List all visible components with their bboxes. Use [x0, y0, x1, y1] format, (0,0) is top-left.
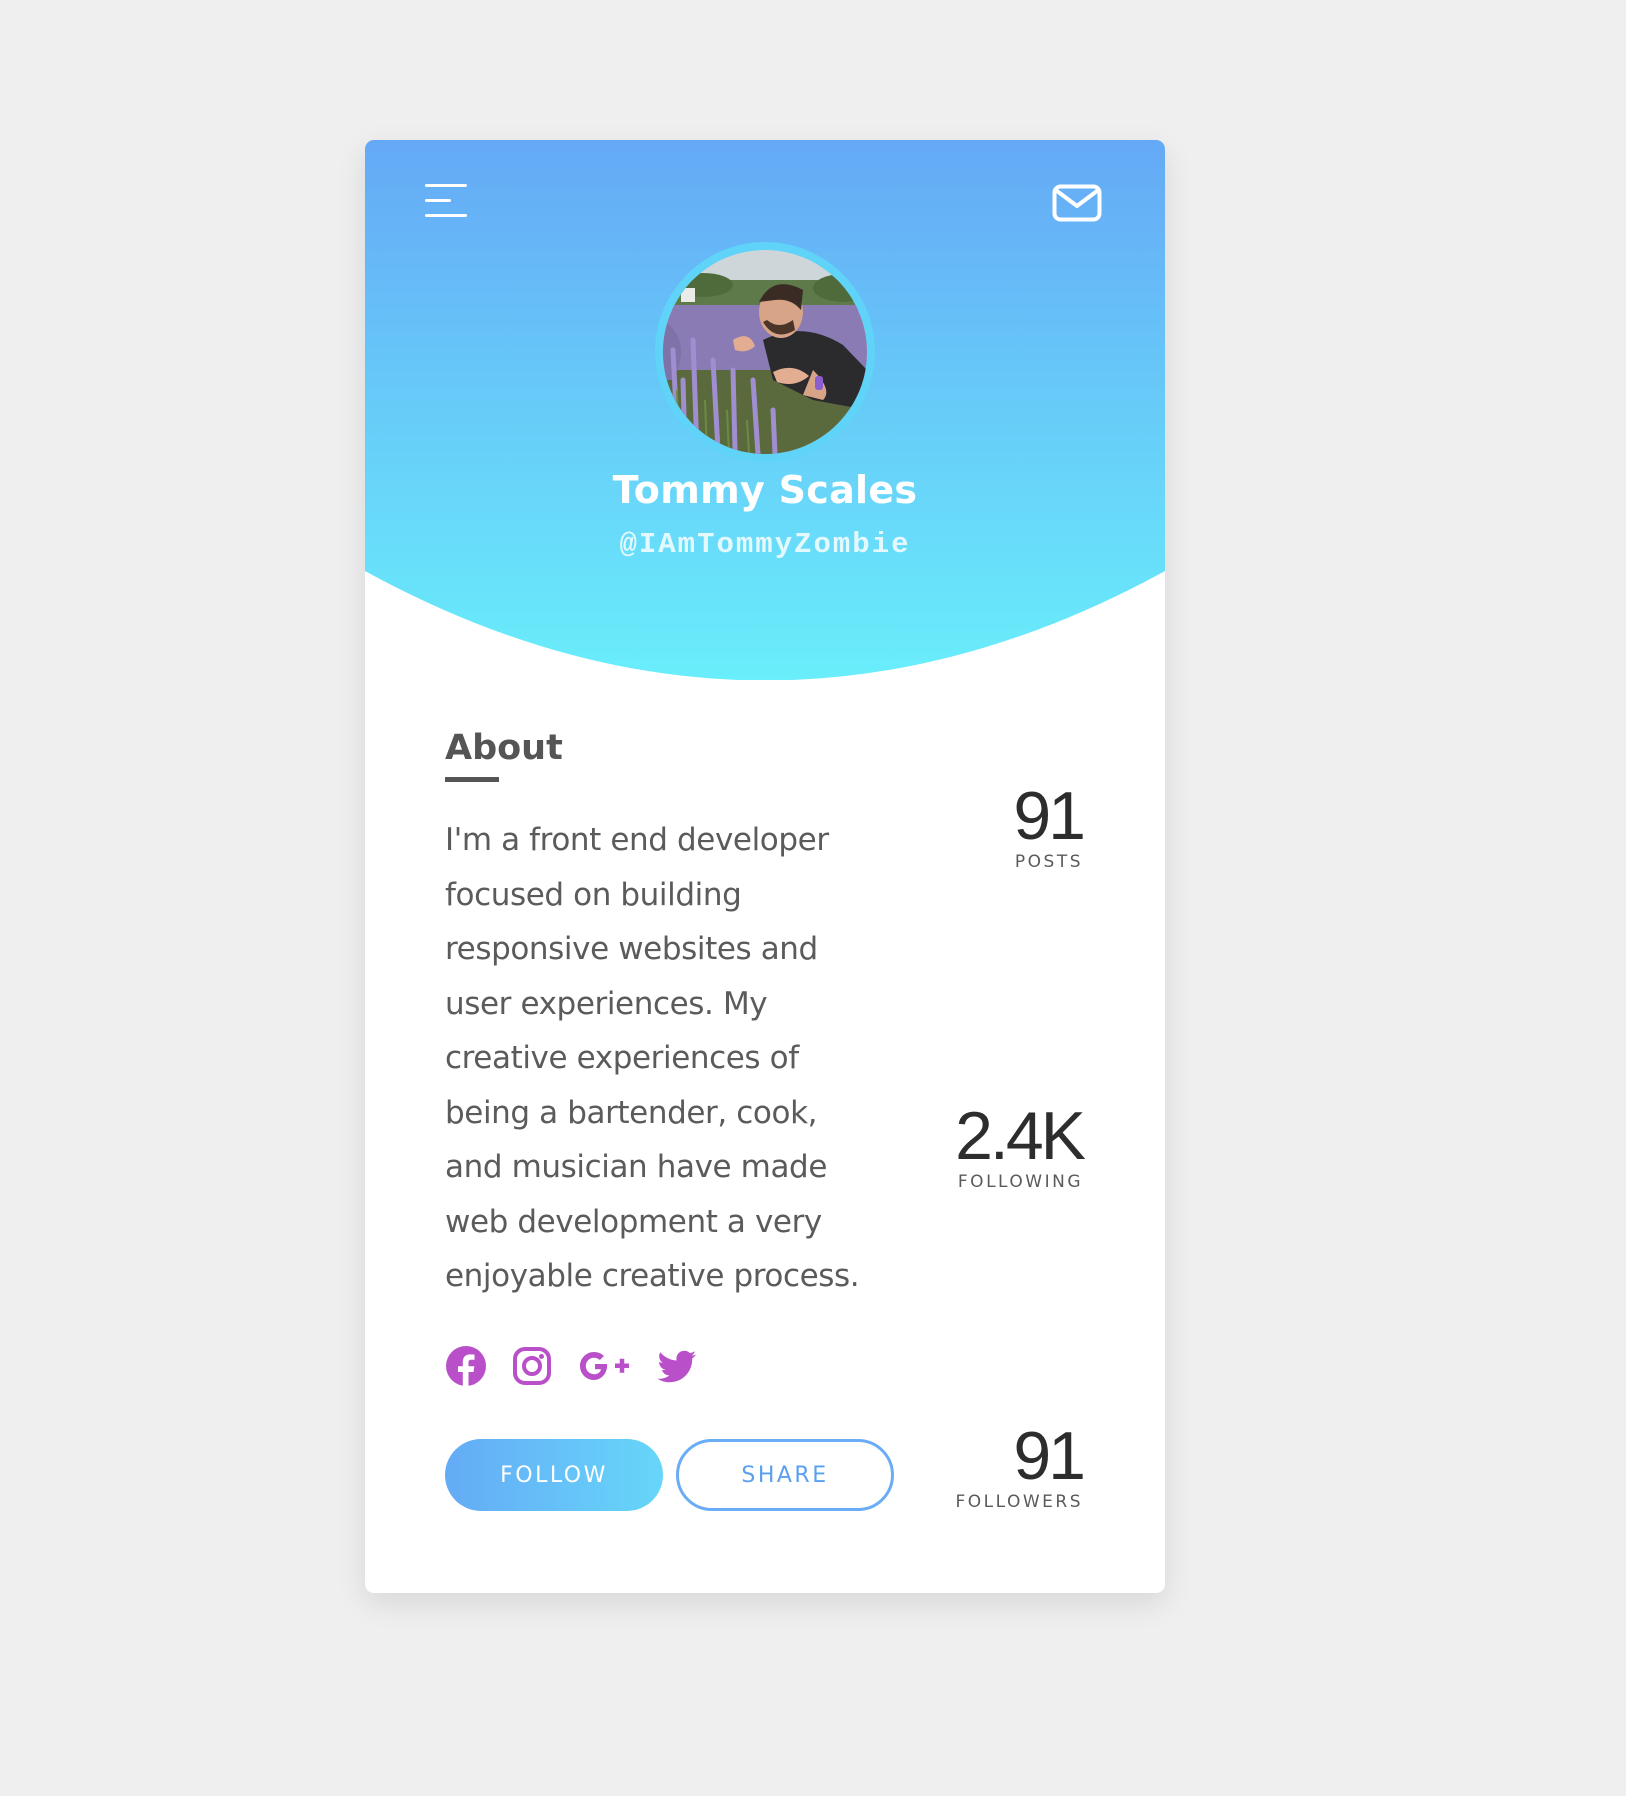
bio-line: web development a very [445, 1203, 822, 1240]
profile-handle: @IAmTommyZombie [619, 528, 911, 561]
stat-value: 91 [1013, 1418, 1086, 1494]
stat-value: 2.4K [955, 1098, 1086, 1174]
stat-value: 91 [1013, 778, 1086, 854]
stat-posts: 91 POSTS [1013, 778, 1086, 872]
instagram-icon[interactable] [512, 1345, 552, 1389]
stat-following: 2.4K FOLLOWING [955, 1098, 1086, 1192]
bio-line: focused on building [445, 876, 742, 913]
bio-line: enjoyable creative process. [445, 1258, 860, 1294]
bio-line: user experiences. My [445, 985, 768, 1022]
avatar-ring [655, 242, 875, 462]
bio-line: creative experiences of [445, 1040, 799, 1076]
profile-name: Tommy Scales [612, 468, 918, 512]
twitter-icon[interactable] [655, 1345, 699, 1389]
bio-line: I'm a front end developer [445, 822, 829, 858]
stat-label: FOLLOWING [957, 1172, 1083, 1192]
stat-label: FOLLOWERS [955, 1492, 1083, 1512]
about-underline [445, 777, 499, 782]
stat-label: POSTS [1014, 852, 1083, 872]
bio-line: and musician have made [445, 1149, 827, 1185]
share-button[interactable]: SHARE [676, 1439, 894, 1511]
mail-icon[interactable] [1052, 184, 1102, 222]
bio-line: being a bartender, cook, [445, 1094, 818, 1131]
stat-followers: 91 FOLLOWERS [955, 1418, 1086, 1512]
profile-card: Tommy Scales @IAmTommyZombie About I'm a… [365, 140, 1165, 1593]
facebook-icon[interactable] [445, 1345, 487, 1389]
avatar [663, 250, 867, 454]
follow-button[interactable]: FOLLOW [445, 1439, 663, 1511]
about-bio: I'm a front end developer focused on bui… [445, 813, 915, 1304]
about-heading: About [445, 728, 563, 768]
google-plus-icon[interactable] [577, 1345, 631, 1389]
menu-icon[interactable] [425, 184, 469, 220]
bio-line: responsive websites and [445, 931, 818, 967]
